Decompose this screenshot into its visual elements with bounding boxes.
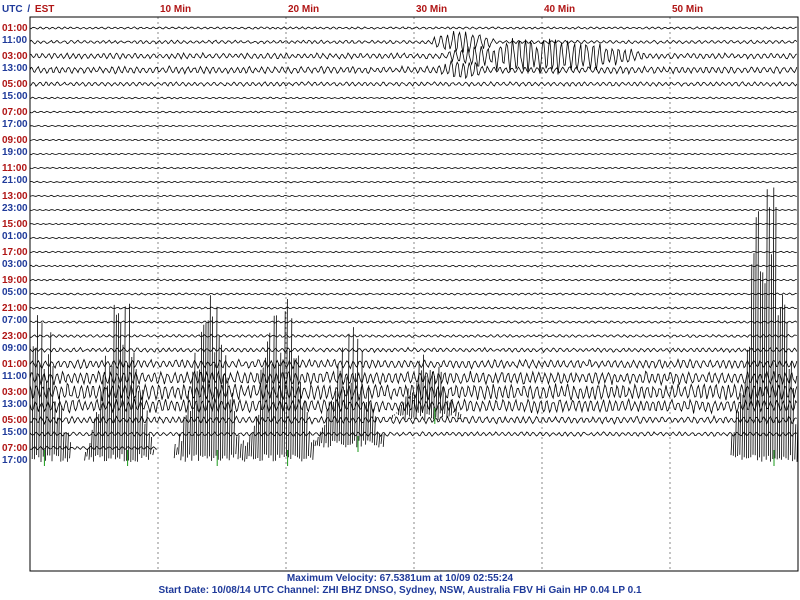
- max-velocity-text: Maximum Velocity: 67.5381um at 10/09 02:…: [286, 573, 514, 584]
- tick-label: 10 Min: [160, 4, 191, 15]
- row-label-utc: 01:00: [2, 23, 28, 34]
- helicorder-chart: UTC / EST 10 Min 20 Min 30 Min 40 Min 50 Min…: [0, 0, 800, 600]
- row-label-local: 17:00: [2, 455, 28, 466]
- tick-label: 50 Min: [672, 4, 703, 15]
- row-label-local: 13:00: [2, 63, 28, 74]
- row-label-local: 03:00: [2, 259, 28, 270]
- row-label-local: 13:00: [2, 399, 28, 410]
- row-label-utc: 19:00: [2, 275, 28, 286]
- row-label-utc: 09:00: [2, 135, 28, 146]
- row-label-utc: 07:00: [2, 107, 28, 118]
- row-label-local: 07:00: [2, 315, 28, 326]
- row-label-utc: 01:00: [2, 359, 28, 370]
- row-label-local: 19:00: [2, 147, 28, 158]
- row-label-local: 15:00: [2, 91, 28, 102]
- row-label-utc: 13:00: [2, 191, 28, 202]
- row-label-local: 09:00: [2, 343, 28, 354]
- row-label-utc: 05:00: [2, 415, 28, 426]
- row-label-local: 23:00: [2, 203, 28, 214]
- row-label-utc: 21:00: [2, 303, 28, 314]
- row-label-utc: 03:00: [2, 51, 28, 62]
- row-label-local: 11:00: [2, 35, 27, 46]
- row-label-utc: 07:00: [2, 443, 28, 454]
- header-separator: /: [27, 4, 30, 15]
- row-label-utc: 23:00: [2, 331, 28, 342]
- tick-label: 40 Min: [544, 4, 575, 15]
- row-label-local: 05:00: [2, 287, 28, 298]
- row-label-local: 01:00: [2, 231, 28, 242]
- local-header: EST: [35, 4, 54, 15]
- tick-label: 30 Min: [416, 4, 447, 15]
- row-label-utc: 17:00: [2, 247, 28, 258]
- tick-label: 20 Min: [288, 4, 319, 15]
- start-date-text: Start Date: 10/08/14 UTC Channel: ZHI BH…: [158, 585, 642, 596]
- row-label-utc: 15:00: [2, 219, 28, 230]
- row-label-local: 15:00: [2, 427, 28, 438]
- row-label-local: 11:00: [2, 371, 27, 382]
- row-label-utc: 05:00: [2, 79, 28, 90]
- row-label-utc: 11:00: [2, 163, 27, 174]
- row-label-utc: 03:00: [2, 387, 28, 398]
- svg-text:UTC / EST: UTC / EST: [2, 4, 54, 15]
- utc-header: UTC: [2, 4, 23, 15]
- row-label-local: 17:00: [2, 119, 28, 130]
- row-label-local: 21:00: [2, 175, 28, 186]
